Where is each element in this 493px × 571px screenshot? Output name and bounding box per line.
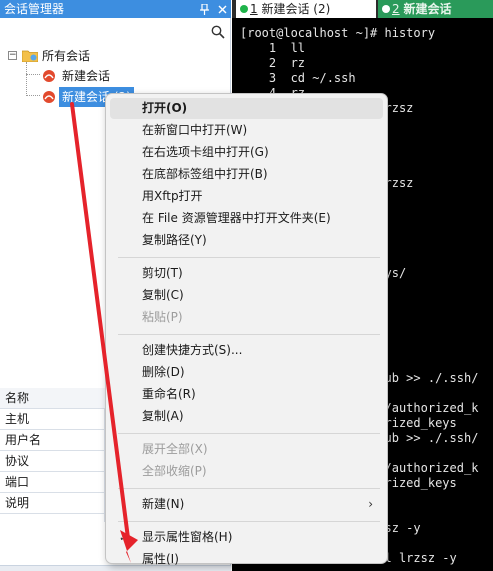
menu-item-1-1[interactable]: 复制(C) xyxy=(110,285,383,306)
menu-item-label: 在 File 资源管理器中打开文件夹(E) xyxy=(142,211,331,225)
menu-item-5-1[interactable]: 属性(I) xyxy=(110,549,383,570)
chevron-right-icon: › xyxy=(368,497,373,511)
checkmark-icon: ✓ xyxy=(119,531,129,544)
terminal-line: 2 rz xyxy=(240,56,306,70)
menu-separator xyxy=(118,334,380,335)
menu-item-label: 复制(A) xyxy=(142,409,184,423)
collapse-toggle-icon[interactable]: − xyxy=(8,51,17,60)
menu-item-label: 用Xftp打开 xyxy=(142,189,203,203)
menu-item-label: 在底部标签组中打开(B) xyxy=(142,167,268,181)
session-icon xyxy=(43,70,55,82)
terminal-line: 1 ll xyxy=(240,41,306,55)
tree-root-all-sessions[interactable]: − 所有会话 xyxy=(0,46,231,66)
menu-item-0-1[interactable]: 在新窗口中打开(W) xyxy=(110,120,383,141)
menu-item-2-0[interactable]: 创建快捷方式(S)... xyxy=(110,340,383,361)
session-tab-bar: 1 新建会话 (2) 2 新建会话 xyxy=(232,0,493,18)
close-icon[interactable] xyxy=(217,0,227,18)
menu-item-label: 剪切(T) xyxy=(142,266,183,280)
menu-item-0-6[interactable]: 复制路径(Y) xyxy=(110,230,383,251)
menu-item-0-2[interactable]: 在右选项卡组中打开(G) xyxy=(110,142,383,163)
tree-item-session-1[interactable]: 新建会话 xyxy=(0,66,231,86)
menu-separator xyxy=(118,257,380,258)
menu-item-label: 粘贴(P) xyxy=(142,310,183,324)
terminal-line: [root@localhost ~]# history xyxy=(240,26,436,40)
session-manager-header: 会话管理器 xyxy=(0,0,231,18)
menu-item-label: 在新窗口中打开(W) xyxy=(142,123,248,137)
menu-item-0-0[interactable]: 打开(O) xyxy=(110,98,383,119)
tree-item-label: 新建会话 xyxy=(62,69,111,83)
menu-item-label: 全部收缩(P) xyxy=(142,464,207,478)
menu-item-0-3[interactable]: 在底部标签组中打开(B) xyxy=(110,164,383,185)
menu-item-0-5[interactable]: 在 File 资源管理器中打开文件夹(E) xyxy=(110,208,383,229)
search-icon[interactable] xyxy=(211,25,225,39)
tab-session-1[interactable]: 1 新建会话 (2) xyxy=(236,0,376,18)
session-icon xyxy=(43,91,55,103)
menu-item-label: 打开(O) xyxy=(142,101,188,115)
menu-item-label: 重命名(R) xyxy=(142,387,196,401)
menu-item-label: 创建快捷方式(S)... xyxy=(142,343,243,357)
menu-item-label: 删除(D) xyxy=(142,365,185,379)
terminal-line: 3 cd ~/.ssh xyxy=(240,71,356,85)
context-menu: 打开(O) 在新窗口中打开(W) 在右选项卡组中打开(G) 在底部标签组中打开(B) 用… xyxy=(105,93,388,566)
menu-item-3-0: 展开全部(X) xyxy=(110,439,383,460)
menu-item-label: 新建(N) xyxy=(142,497,185,511)
menu-item-2-3[interactable]: 复制(A) xyxy=(110,406,383,427)
menu-separator xyxy=(118,433,380,434)
menu-item-label: 属性(I) xyxy=(142,552,179,566)
session-manager-title: 会话管理器 xyxy=(4,2,65,16)
menu-item-label: 复制路径(Y) xyxy=(142,233,207,247)
connection-status-icon xyxy=(382,5,390,13)
menu-item-label: 复制(C) xyxy=(142,288,184,302)
menu-item-2-1[interactable]: 删除(D) xyxy=(110,362,383,383)
folder-icon xyxy=(22,50,38,62)
menu-item-2-2[interactable]: 重命名(R) xyxy=(110,384,383,405)
tab-session-2[interactable]: 2 新建会话 xyxy=(378,0,493,18)
menu-item-4-0[interactable]: 新建(N) › xyxy=(110,494,383,515)
menu-item-0-4[interactable]: 用Xftp打开 xyxy=(110,186,383,207)
menu-item-3-1: 全部收缩(P) xyxy=(110,461,383,482)
session-search-row[interactable] xyxy=(0,22,231,44)
tree-root-label: 所有会话 xyxy=(42,49,91,63)
menu-separator xyxy=(118,521,380,522)
pin-icon[interactable] xyxy=(199,0,209,18)
menu-separator xyxy=(118,488,380,489)
connection-status-icon xyxy=(240,5,248,13)
menu-item-5-0[interactable]: 显示属性窗格(H) ✓ xyxy=(110,527,383,548)
menu-item-1-2: 粘贴(P) xyxy=(110,307,383,328)
menu-item-1-0[interactable]: 剪切(T) xyxy=(110,263,383,284)
menu-item-label: 显示属性窗格(H) xyxy=(142,530,233,544)
menu-item-label: 在右选项卡组中打开(G) xyxy=(142,145,269,159)
menu-item-label: 展开全部(X) xyxy=(142,442,208,456)
